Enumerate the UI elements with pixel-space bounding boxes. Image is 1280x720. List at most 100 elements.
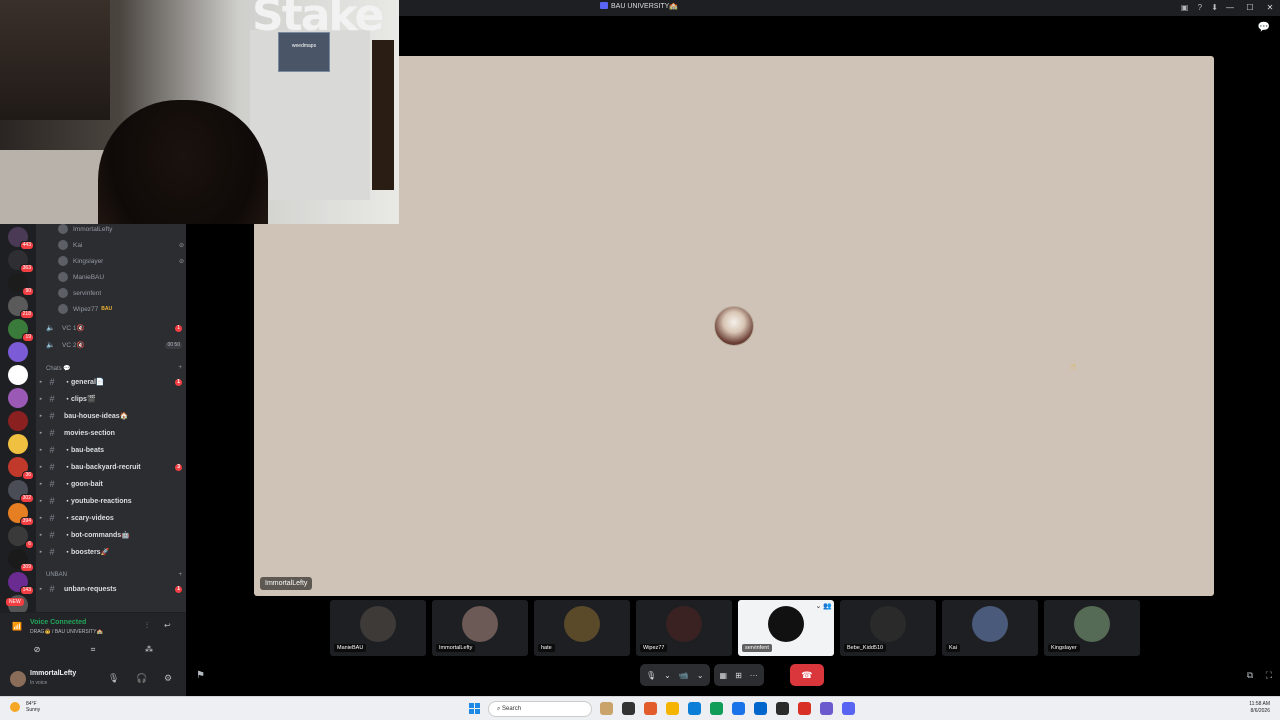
server-icon[interactable] bbox=[8, 365, 28, 385]
category-header[interactable]: UNBAN + bbox=[46, 569, 182, 581]
inbox-icon[interactable]: ▣ bbox=[1181, 3, 1189, 12]
text-channel[interactable]: ▸ # ・bau-beats bbox=[36, 442, 182, 458]
taskbar-app-icon[interactable] bbox=[754, 702, 767, 715]
plus-icon[interactable]: + bbox=[178, 365, 182, 371]
activities-control[interactable]: ▦ bbox=[720, 671, 728, 680]
screen-share-control[interactable]: ⊞ bbox=[735, 671, 742, 680]
text-channel[interactable]: ▸ # movies-section bbox=[36, 425, 182, 441]
headphones-icon[interactable]: 🎧 bbox=[136, 673, 147, 684]
text-channel[interactable]: ▸ # ・boosters🚀 bbox=[36, 544, 182, 560]
server-icon[interactable]: 143 bbox=[8, 572, 34, 595]
server-icon[interactable]: 36 bbox=[8, 457, 34, 480]
participant-tile[interactable]: Kai bbox=[942, 600, 1038, 656]
hash-icon: # bbox=[49, 377, 55, 387]
taskbar-clock[interactable]: 11:58 AM 8/6/2026 bbox=[1249, 701, 1270, 715]
server-icon[interactable]: 302 bbox=[8, 480, 34, 503]
noise-suppression-icon[interactable]: ⫶ bbox=[146, 621, 148, 631]
taskbar-app-icon[interactable] bbox=[666, 702, 679, 715]
voice-channel[interactable]: 🔈 VC 2🔇 00 50 bbox=[46, 338, 182, 352]
voice-user[interactable]: servinfent bbox=[58, 286, 184, 300]
chevron-down-icon[interactable]: ⌄ bbox=[664, 671, 671, 680]
text-channel[interactable]: ▸ # ・bau-backyard-recruit 3 bbox=[36, 459, 182, 475]
help-icon[interactable]: ? bbox=[1198, 3, 1202, 12]
participant-tile[interactable]: ImmortalLefty bbox=[432, 600, 528, 656]
taskbar-search[interactable]: ⌕ Search bbox=[488, 701, 592, 717]
server-icon[interactable]: 443 bbox=[8, 227, 34, 250]
participant-tile[interactable]: Kingslayer bbox=[1044, 600, 1140, 656]
participant-tile[interactable]: ManieBAU bbox=[330, 600, 426, 656]
voice-user[interactable]: Kingslayer ⊘ bbox=[58, 254, 184, 268]
server-icon[interactable]: 218 bbox=[8, 296, 34, 319]
participant-tile[interactable]: hate bbox=[534, 600, 630, 656]
category-header[interactable]: Chats 💬 + bbox=[46, 362, 182, 374]
server-badge: 36 bbox=[22, 471, 34, 480]
voice-location[interactable]: DRAG🤠 / BAU UNIVERSITY🏫 bbox=[30, 629, 103, 635]
voice-user[interactable]: ImmortalLefty bbox=[58, 224, 184, 236]
taskbar-app-icon[interactable] bbox=[842, 702, 855, 715]
taskbar-app-icon[interactable] bbox=[820, 702, 833, 715]
text-channel[interactable]: ▸ # ・youtube-reactions bbox=[36, 493, 182, 509]
taskbar-app-icon[interactable] bbox=[688, 702, 701, 715]
text-channel[interactable]: ▸ # bau-house-ideas🏠 bbox=[36, 408, 182, 424]
windows-start-icon[interactable] bbox=[469, 703, 480, 714]
camera-off-button[interactable]: ⊘ bbox=[12, 643, 62, 657]
fullscreen-icon[interactable]: ⛶ bbox=[1266, 670, 1272, 680]
stage-corner-tools: ⧉ ⛶ bbox=[1237, 670, 1272, 681]
text-channel[interactable]: ▸ # unban-requests 1 bbox=[36, 581, 182, 597]
taskbar-app-icon[interactable] bbox=[710, 702, 723, 715]
maximize-button[interactable]: ☐ bbox=[1240, 0, 1260, 16]
server-icon[interactable] bbox=[8, 388, 28, 408]
more-options-button[interactable]: ··· bbox=[750, 671, 758, 680]
server-icon[interactable]: 6 bbox=[8, 526, 34, 549]
popout-icon[interactable]: ⧉ bbox=[1247, 670, 1253, 680]
mic-button[interactable]: 🎙 bbox=[646, 671, 656, 680]
voice-user[interactable]: Wipez77 BAU bbox=[58, 302, 184, 316]
plus-icon[interactable]: + bbox=[178, 572, 182, 578]
chevron-down-icon[interactable]: ⌄ bbox=[697, 671, 704, 680]
voice-status[interactable]: Voice Connected bbox=[30, 619, 86, 626]
participant-avatar bbox=[666, 606, 702, 642]
collapse-icon[interactable]: ⌄ 👥 bbox=[815, 602, 832, 610]
server-icon[interactable]: 363 bbox=[8, 250, 34, 273]
download-icon[interactable]: ⬇ bbox=[1211, 3, 1218, 12]
leave-call-button[interactable]: ☎ bbox=[789, 664, 824, 686]
taskbar-app-icon[interactable] bbox=[732, 702, 745, 715]
screen-share-button[interactable]: ⌗ bbox=[68, 643, 118, 657]
close-button[interactable]: ✕ bbox=[1260, 0, 1280, 16]
activity-icon[interactable]: ⚑ bbox=[196, 670, 205, 681]
participant-tile[interactable]: Bebe_Kidd510 bbox=[840, 600, 936, 656]
text-channel[interactable]: ▸ # ・general📄 1 bbox=[36, 374, 182, 390]
text-channel[interactable]: ▸ # ・bot-commands🤖 bbox=[36, 527, 182, 543]
participant-tile[interactable]: Wipez77 bbox=[636, 600, 732, 656]
chat-bubble-icon[interactable]: 💬 bbox=[1258, 22, 1270, 33]
gear-icon[interactable]: ⚙ bbox=[164, 673, 172, 684]
server-icon[interactable] bbox=[8, 411, 28, 431]
voice-user[interactable]: Kai ⊘ bbox=[58, 238, 184, 252]
text-channel[interactable]: ▸ # ・scary-videos bbox=[36, 510, 182, 526]
avatar[interactable] bbox=[10, 671, 26, 687]
disconnect-icon[interactable]: ↩ bbox=[164, 621, 171, 630]
taskbar-app-icon[interactable] bbox=[622, 702, 635, 715]
server-icon[interactable]: 394 bbox=[8, 503, 34, 526]
chevron-right-icon: ▸ bbox=[39, 447, 43, 453]
text-channel[interactable]: ▸ # ・goon-bait bbox=[36, 476, 182, 492]
taskbar-app-icon[interactable] bbox=[776, 702, 789, 715]
taskbar-app-icon[interactable] bbox=[798, 702, 811, 715]
taskbar-app-icon[interactable] bbox=[644, 702, 657, 715]
server-icon[interactable] bbox=[8, 342, 28, 362]
mic-icon[interactable]: 🎙 bbox=[108, 673, 119, 684]
participant-tile[interactable]: servinfent ⌄ 👥 bbox=[738, 600, 834, 656]
server-icon[interactable]: 90 bbox=[8, 273, 34, 296]
voice-channel[interactable]: 🔈 VC 1🔇 1 bbox=[46, 321, 182, 335]
text-channel[interactable]: ▸ # ・clips🎬 bbox=[36, 391, 182, 407]
weather-widget[interactable]: 84°F Sunny bbox=[10, 701, 40, 713]
activities-button[interactable]: ⁂ bbox=[124, 643, 174, 657]
minimize-button[interactable]: — bbox=[1220, 0, 1240, 16]
server-icon[interactable]: 309 bbox=[8, 549, 34, 572]
server-icon[interactable]: 19 bbox=[8, 319, 34, 342]
username[interactable]: ImmortalLefty bbox=[30, 670, 76, 677]
voice-user[interactable]: ManieBAU bbox=[58, 270, 184, 284]
camera-button[interactable]: 📹 bbox=[679, 671, 689, 680]
taskbar-app-icon[interactable] bbox=[600, 702, 613, 715]
server-icon[interactable] bbox=[8, 434, 28, 454]
